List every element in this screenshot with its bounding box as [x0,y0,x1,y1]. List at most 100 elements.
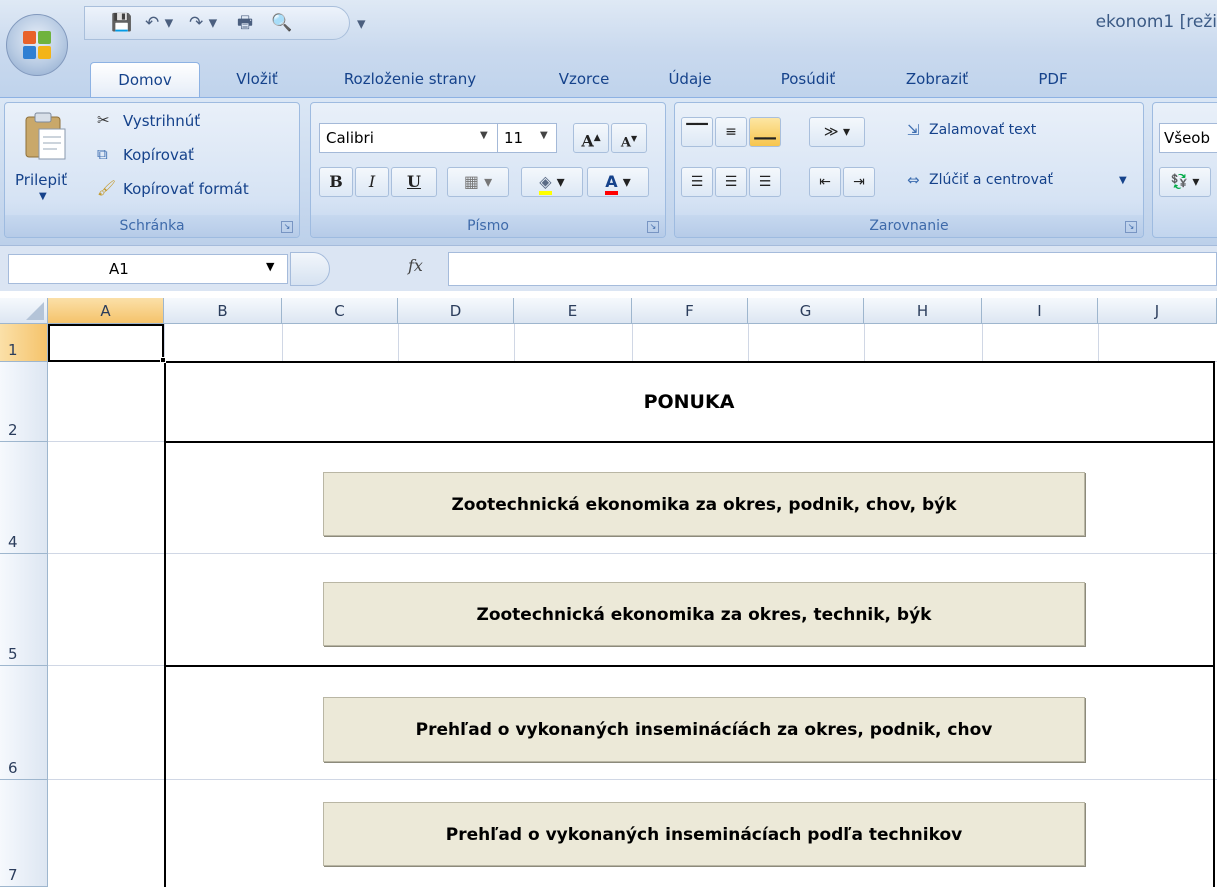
row-header-7[interactable]: 7 [0,780,48,887]
align-top-icon: ▔▔ [686,124,708,140]
row-header-6[interactable]: 6 [0,666,48,780]
grow-font-button[interactable]: A▲ [573,123,609,153]
insert-function-icon[interactable]: fx [408,256,423,275]
decrease-indent-button[interactable]: ⇤ [809,167,841,197]
tab-vlozit[interactable]: Vložiť [212,62,302,98]
office-logo-icon [23,31,53,61]
align-right-button[interactable]: ☰ [749,167,781,197]
active-cell-a1[interactable] [48,324,164,362]
select-all-corner[interactable] [0,298,48,324]
align-right-icon: ☰ [758,174,772,190]
prehlad-inseminacii-technikov-button[interactable]: Prehľad o vykonaných inseminácíach podľa… [323,802,1085,866]
format-painter-icon: 🖌 [97,179,117,197]
name-box-value: A1 [109,260,129,278]
font-size-dropdown-icon: ▼ [540,130,548,141]
increase-indent-button[interactable]: ⇥ [843,167,875,197]
font-color-icon: A [605,172,618,195]
bold-button[interactable]: B [319,167,353,197]
ribbon: Prilepiť ▼ ✂ Vystrihnúť ⧉ Kopírovať 🖌 Ko… [0,97,1217,245]
borders-button[interactable]: ▦ ▾ [447,167,509,197]
merge-center-dropdown-icon: ▼ [1119,175,1127,186]
copy-icon: ⧉ [97,145,108,163]
row-header-4[interactable]: 4 [0,442,48,554]
underline-button[interactable]: U [391,167,437,197]
shrink-font-button[interactable]: A▼ [611,123,647,153]
accounting-format-button[interactable]: 💱 ▾ [1159,167,1211,197]
font-group-label: Písmo [311,215,665,237]
print-preview-icon[interactable]: 🔍 [271,13,292,33]
undo-icon[interactable]: ↶ ▾ [145,13,173,33]
font-name-value: Calibri [326,129,374,147]
italic-button[interactable]: I [355,167,389,197]
column-header-j[interactable]: J [1098,298,1217,324]
format-painter-label: Kopírovať formát [123,180,249,198]
number-group: Všeob 💱 ▾ [1152,102,1217,238]
column-header-i[interactable]: I [982,298,1098,324]
row-header-5[interactable]: 5 [0,554,48,666]
align-bottom-button[interactable]: ▁▁ [749,117,781,147]
align-top-button[interactable]: ▔▔ [681,117,713,147]
copy-button[interactable]: ⧉ Kopírovať [97,145,287,169]
cut-button[interactable]: ✂ Vystrihnúť [97,111,287,135]
name-box[interactable]: A1 [8,254,288,284]
paste-button[interactable]: Prilepiť ▼ [11,109,77,217]
alignment-group-label: Zarovnanie [675,215,1143,237]
row-header-1[interactable]: 1 [0,324,48,362]
clipboard-group: Prilepiť ▼ ✂ Vystrihnúť ⧉ Kopírovať 🖌 Ko… [4,102,300,238]
tab-udaje[interactable]: Údaje [650,62,730,98]
tab-domov[interactable]: Domov [90,62,200,98]
increase-indent-icon: ⇥ [853,174,865,190]
align-middle-button[interactable]: ≡ [715,117,747,147]
tab-pdf[interactable]: PDF [1018,62,1088,98]
window-title: ekonom1 [reži [1095,12,1217,32]
accounting-icon: 💱 ▾ [1170,174,1200,190]
save-icon[interactable]: 💾 [111,13,132,33]
font-name-select[interactable]: Calibri ▼ [319,123,499,153]
scissors-icon: ✂ [97,111,110,129]
font-size-select[interactable]: 11 ▼ [497,123,557,153]
copy-label: Kopírovať [123,146,194,164]
column-header-a[interactable]: A [48,298,164,324]
quick-access-toolbar: 💾 ↶ ▾ ↷ ▾ 🖶 🔍 ▾ [84,6,366,40]
align-left-button[interactable]: ☰ [681,167,713,197]
align-center-icon: ☰ [724,174,738,190]
alignment-launcher-icon[interactable]: ↘ [1125,221,1137,233]
column-header-b[interactable]: B [164,298,282,324]
tab-rozlozenie-strany[interactable]: Rozloženie strany [320,62,500,98]
name-box-dropdown-icon[interactable]: ▼ [266,260,274,273]
clipboard-launcher-icon[interactable]: ↘ [281,221,293,233]
print-icon[interactable]: 🖶 [237,13,253,33]
column-header-e[interactable]: E [514,298,632,324]
format-painter-button[interactable]: 🖌 Kopírovať formát [97,179,293,203]
tab-posudit[interactable]: Posúdiť [760,62,856,98]
row-header-2[interactable]: 2 [0,362,48,442]
font-color-button[interactable]: A ▾ [587,167,649,197]
title-bar: 💾 ↶ ▾ ↷ ▾ 🖶 🔍 ▾ ekonom1 [reži [0,0,1217,52]
redo-icon[interactable]: ↷ ▾ [189,13,217,33]
formula-input[interactable] [448,252,1217,286]
tab-vzorce[interactable]: Vzorce [536,62,632,98]
formula-splitter-handle[interactable] [290,252,330,286]
paste-label: Prilepiť [15,171,68,189]
orientation-button[interactable]: ≫ ▾ [809,117,865,147]
align-center-button[interactable]: ☰ [715,167,747,197]
column-header-f[interactable]: F [632,298,748,324]
prehlad-inseminacii-podnik-button[interactable]: Prehľad o vykonaných inseminácíách za ok… [323,697,1085,762]
column-header-c[interactable]: C [282,298,398,324]
column-header-h[interactable]: H [864,298,982,324]
number-format-select[interactable]: Všeob [1159,123,1217,153]
wrap-text-button[interactable]: ⇲ Zalamovať text [907,121,1127,147]
column-header-g[interactable]: G [748,298,864,324]
customize-qat-icon[interactable]: ▾ [357,14,366,34]
zootechnicka-ekonomika-technik-button[interactable]: Zootechnická ekonomika za okres, technik… [323,582,1085,646]
cut-label: Vystrihnúť [123,112,201,130]
merge-center-button[interactable]: ⇔ Zlúčiť a centrovať ▼ [907,171,1141,197]
font-launcher-icon[interactable]: ↘ [647,221,659,233]
select-all-icon [26,302,44,320]
tab-zobrazit[interactable]: Zobraziť [882,62,992,98]
office-button[interactable] [6,14,68,76]
zootechnicka-ekonomika-podnik-button[interactable]: Zootechnická ekonomika za okres, podnik,… [323,472,1085,536]
fill-color-button[interactable]: ◈ ▾ [521,167,583,197]
fill-color-icon: ◈ [539,172,552,195]
column-header-d[interactable]: D [398,298,514,324]
